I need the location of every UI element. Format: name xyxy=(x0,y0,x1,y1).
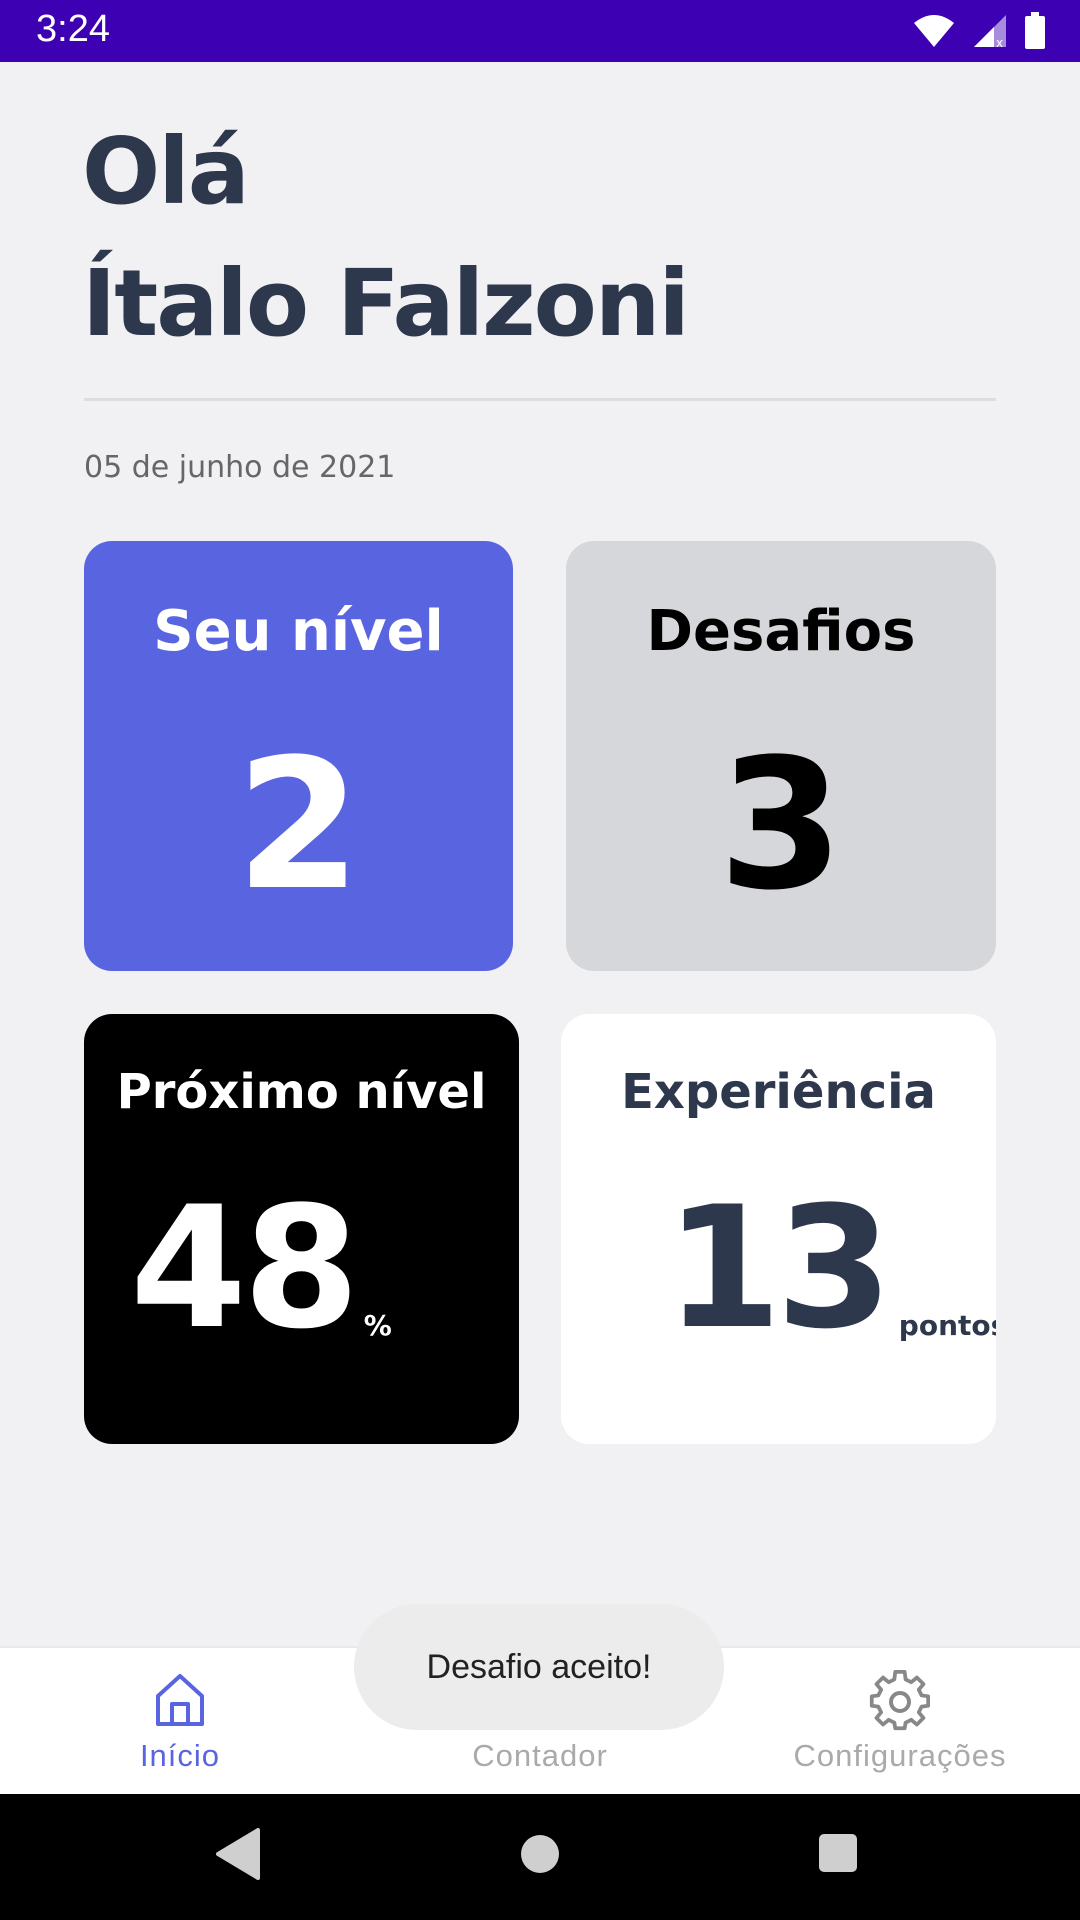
battery-icon xyxy=(1025,12,1045,49)
level-card: Seu nível 2 xyxy=(84,541,513,971)
experience-card-title: Experiência xyxy=(621,1064,936,1120)
status-icons: x xyxy=(912,12,1046,50)
next-level-card-title: Próximo nível xyxy=(116,1064,487,1120)
home-circle-icon[interactable] xyxy=(515,1828,565,1880)
challenges-card-title: Desafios xyxy=(646,599,916,664)
divider xyxy=(84,398,996,401)
experience-card-unit: pontos xyxy=(898,1309,996,1342)
experience-card: Experiência 13 pontos xyxy=(561,1014,996,1444)
svg-text:x: x xyxy=(996,36,1003,49)
experience-value-wrap: 13 pontos xyxy=(665,1184,996,1352)
experience-card-value: 13 xyxy=(665,1170,893,1366)
status-time: 3:24 xyxy=(36,8,110,50)
signal-icon: x xyxy=(974,15,1006,49)
challenges-card: Desafios 3 xyxy=(566,541,996,971)
gear-icon xyxy=(869,1670,931,1731)
recent-apps-icon[interactable] xyxy=(815,1828,861,1880)
nav-item-home[interactable]: Início xyxy=(0,1648,360,1796)
greeting-title: Olá xyxy=(82,118,250,225)
toast-message: Desafio aceito! xyxy=(354,1604,724,1730)
level-card-title: Seu nível xyxy=(153,599,444,664)
challenges-card-value: 3 xyxy=(718,721,844,930)
next-level-card: Próximo nível 48 % xyxy=(84,1014,519,1444)
level-card-value: 2 xyxy=(235,721,362,930)
next-level-card-unit: % xyxy=(363,1309,392,1342)
next-level-value-wrap: 48 % xyxy=(130,1184,392,1352)
back-icon[interactable] xyxy=(214,1828,260,1880)
nav-label-timer: Contador xyxy=(472,1738,608,1773)
current-date: 05 de junho de 2021 xyxy=(84,450,396,485)
status-bar: 3:24 x xyxy=(0,0,1080,62)
system-nav-bar xyxy=(0,1794,1080,1920)
nav-label-settings: Configurações xyxy=(793,1738,1007,1773)
home-icon xyxy=(156,1674,204,1726)
nav-item-settings[interactable]: Configurações xyxy=(720,1648,1080,1796)
wifi-icon xyxy=(914,15,954,47)
user-name: Ítalo Falzoni xyxy=(82,250,690,357)
nav-label-home: Início xyxy=(139,1738,221,1773)
next-level-card-value: 48 xyxy=(130,1170,360,1366)
